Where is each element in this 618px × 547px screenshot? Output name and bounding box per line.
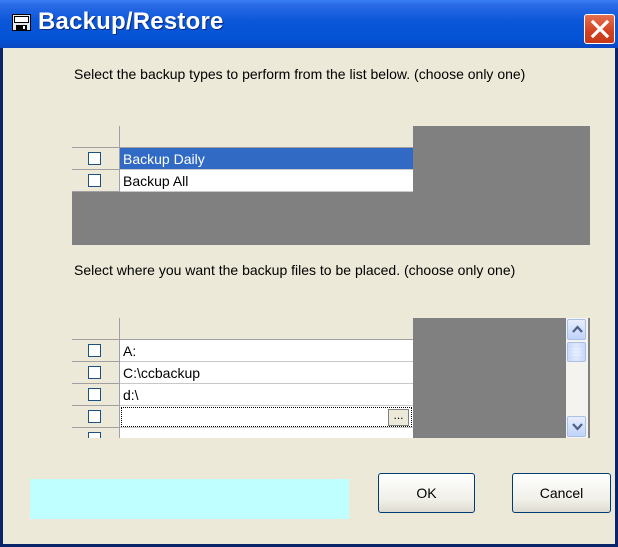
grid-header xyxy=(72,126,413,148)
destination-instruction: Select where you want the backup files t… xyxy=(74,262,516,278)
table-row[interactable]: C:\ccbackup xyxy=(72,362,413,384)
table-row[interactable]: A: xyxy=(72,340,413,362)
backup-types-instruction: Select the backup types to perform from … xyxy=(74,66,526,82)
browse-button[interactable]: ... xyxy=(388,409,409,426)
new-path-input[interactable] xyxy=(120,406,413,428)
row-checkbox[interactable] xyxy=(88,410,101,423)
scroll-up-button[interactable] xyxy=(567,319,586,340)
window-title: Backup/Restore xyxy=(38,8,224,35)
list-item[interactable]: A: xyxy=(120,340,413,362)
row-checkbox[interactable] xyxy=(88,432,101,438)
grid-header xyxy=(72,318,413,340)
table-row xyxy=(72,428,413,438)
chevron-up-icon xyxy=(572,325,583,333)
backup-types-grid[interactable]: Backup Daily Backup All xyxy=(72,126,590,245)
close-button[interactable] xyxy=(584,14,615,44)
scroll-down-button[interactable] xyxy=(567,416,586,437)
backup-restore-dialog: Backup/Restore Select the backup types t… xyxy=(0,0,618,547)
row-checkbox[interactable] xyxy=(88,388,101,401)
row-checkbox[interactable] xyxy=(88,152,101,165)
row-checkbox[interactable] xyxy=(88,344,101,357)
list-item[interactable]: C:\ccbackup xyxy=(120,362,413,384)
list-item[interactable]: Backup All xyxy=(120,170,413,192)
status-panel xyxy=(30,479,349,519)
row-checkbox[interactable] xyxy=(88,174,101,187)
vertical-scrollbar[interactable] xyxy=(566,318,588,438)
floppy-disk-icon xyxy=(12,14,31,31)
ok-button[interactable]: OK xyxy=(378,473,475,513)
chevron-down-icon xyxy=(572,423,583,431)
table-row[interactable]: Backup Daily xyxy=(72,148,413,170)
grip-icon xyxy=(572,348,581,356)
close-icon xyxy=(590,19,610,39)
table-row[interactable]: ... xyxy=(72,406,413,428)
table-row[interactable]: d:\ xyxy=(72,384,413,406)
destination-grid[interactable]: A: C:\ccbackup d:\ ... xyxy=(72,318,590,438)
title-bar[interactable]: Backup/Restore xyxy=(0,0,618,48)
scroll-thumb[interactable] xyxy=(567,342,586,362)
list-item[interactable]: d:\ xyxy=(120,384,413,406)
row-checkbox[interactable] xyxy=(88,366,101,379)
cancel-button[interactable]: Cancel xyxy=(512,473,611,513)
list-item[interactable]: Backup Daily xyxy=(120,148,413,170)
table-row[interactable]: Backup All xyxy=(72,170,413,192)
